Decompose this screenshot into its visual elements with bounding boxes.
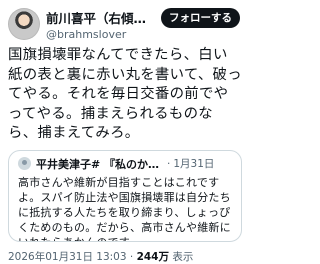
quoted-date: 1月31日 [173, 158, 215, 170]
post-meta: 2026年01月31日 13:03 · 244万 表示 [8, 249, 242, 264]
quoted-separator: · [167, 157, 171, 170]
avatar[interactable] [8, 8, 40, 40]
post-card: 前川喜平（右傾化を… @brahmslover フォローする 国旗損壊罪なんてで… [0, 0, 250, 263]
quoted-avatar [18, 157, 31, 170]
post-timestamp[interactable]: 2026年01月31日 13:03 · [8, 251, 133, 263]
quoted-post-header: 平井美津子# 『私のからだは私… · 1月31日 [18, 156, 232, 172]
views-label: 表示 [172, 250, 194, 263]
post-header: 前川喜平（右傾化を… @brahmslover フォローする [8, 6, 242, 42]
post-text: 国旗損壊罪なんてできたら、白い紙の表と裏に赤い丸を書いて、破ってやる。それを毎日… [8, 47, 242, 141]
author-handle[interactable]: @brahmslover [46, 28, 242, 41]
quoted-author-name: 平井美津子# 『私のからだは私… [36, 157, 164, 171]
views-count: 244万 [136, 250, 169, 263]
follow-button[interactable]: フォローする [161, 8, 240, 28]
quoted-post[interactable]: 平井美津子# 『私のからだは私… · 1月31日 高市さんや維新が目指すことはこ… [8, 149, 242, 242]
author-display-name[interactable]: 前川喜平（右傾化を… [46, 8, 150, 27]
quoted-post-text: 高市さんや維新が目指すことはこれですよ。スパイ防止法や国旗損壊罪は自分たちに抵抗… [18, 175, 231, 241]
